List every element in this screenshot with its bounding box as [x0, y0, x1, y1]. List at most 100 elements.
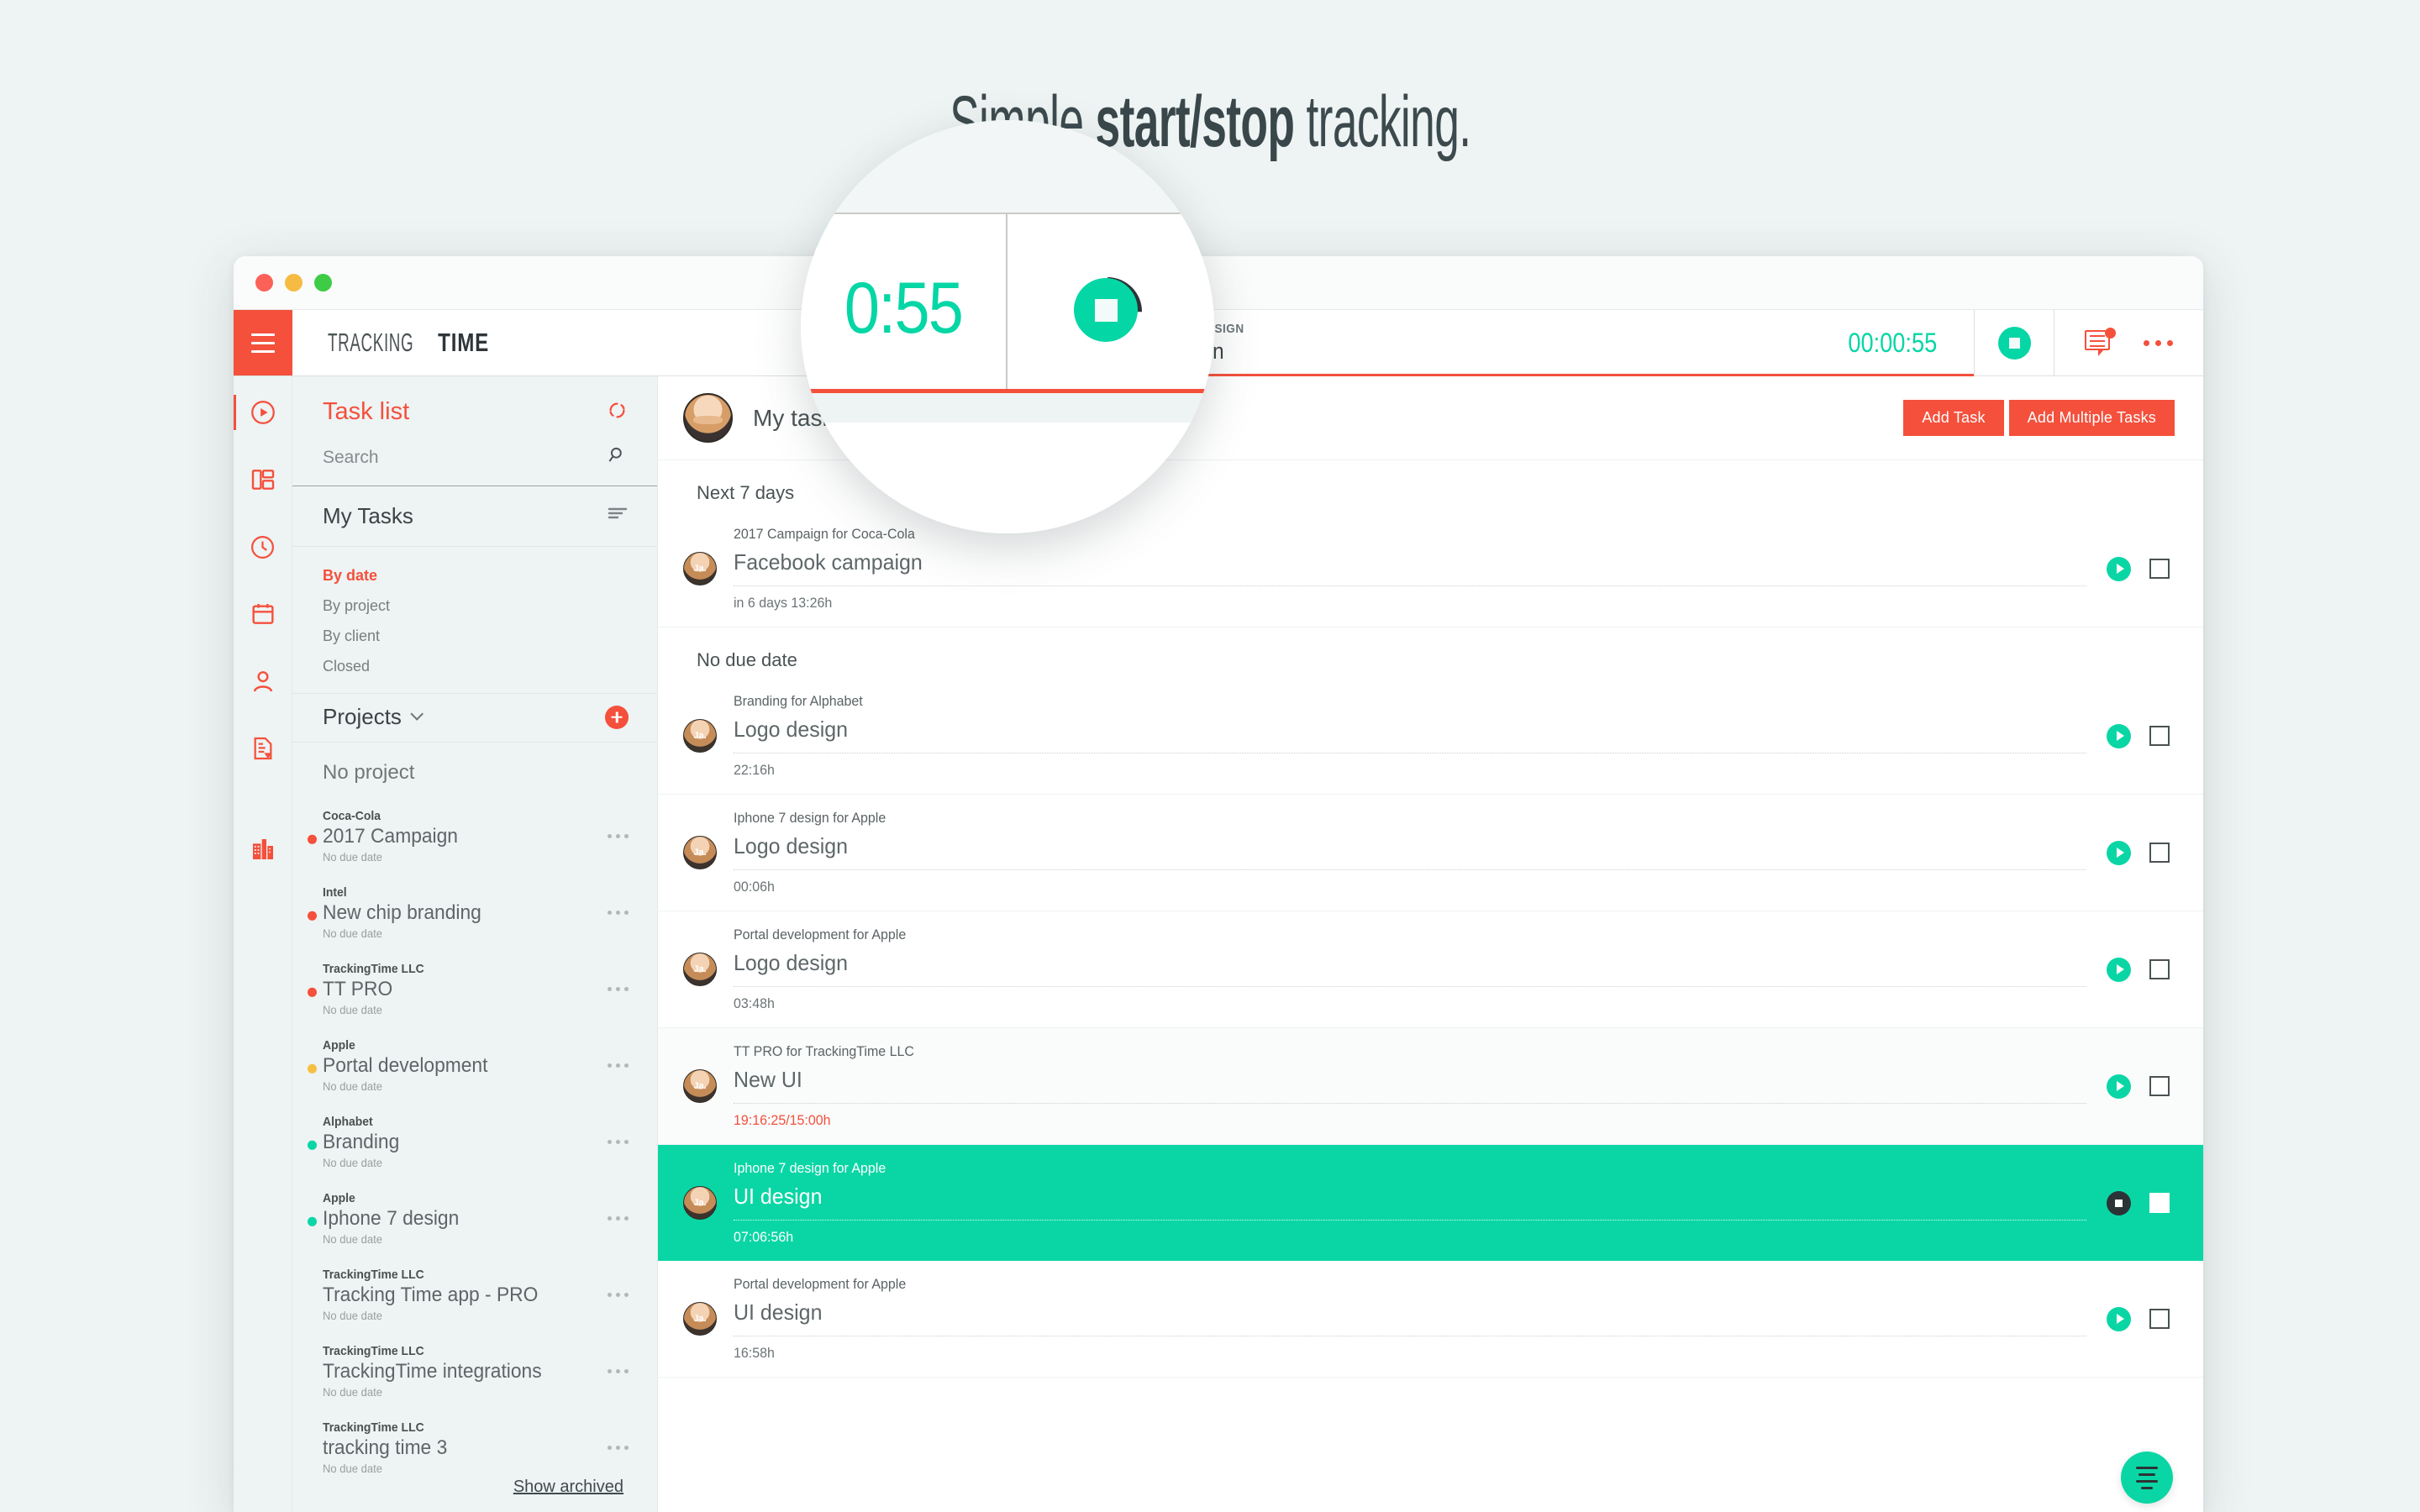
list-item[interactable]: Apple Iphone 7 design No due date	[292, 1180, 657, 1257]
play-icon[interactable]	[2107, 723, 2131, 748]
project-more-icon[interactable]	[608, 1369, 629, 1373]
list-item[interactable]: Apple Portal development No due date	[292, 1027, 657, 1104]
task-title: Facebook campaign	[734, 549, 923, 575]
filter-by-project[interactable]: By project	[323, 591, 627, 621]
stop-icon[interactable]	[1997, 326, 2031, 360]
refresh-icon[interactable]	[606, 399, 629, 426]
avatar	[683, 393, 733, 443]
project-name: tracking time 3	[323, 1436, 448, 1459]
task-checkbox[interactable]	[2149, 1309, 2170, 1329]
avatar: Ja.	[683, 836, 717, 869]
magnifier-lens: 0:55	[801, 120, 1214, 533]
ellipsis-icon[interactable]	[2144, 339, 2173, 346]
play-icon[interactable]	[2107, 1306, 2131, 1331]
list-item[interactable]: Alphabet Branding No due date	[292, 1104, 657, 1180]
filter-closed[interactable]: Closed	[323, 651, 627, 681]
play-icon[interactable]	[2107, 1074, 2131, 1099]
no-project-item[interactable]: No project	[292, 743, 657, 798]
project-client: TrackingTime LLC	[323, 1344, 424, 1358]
project-more-icon[interactable]	[608, 1140, 629, 1144]
project-more-icon[interactable]	[608, 1063, 629, 1068]
project-client: TrackingTime LLC	[323, 962, 424, 976]
sidebar-item-timesheet[interactable]	[234, 524, 292, 570]
project-name: New chip branding	[323, 901, 481, 924]
chat-notification-icon[interactable]	[2085, 327, 2116, 356]
project-color-dot	[308, 1216, 317, 1226]
sidebar-item-reports[interactable]	[234, 726, 292, 771]
project-more-icon[interactable]	[608, 834, 629, 838]
filter-by-date[interactable]: By date	[323, 560, 627, 591]
search-icon[interactable]	[607, 444, 629, 470]
project-due-date: No due date	[323, 927, 382, 940]
list-item[interactable]: TrackingTime LLC Tracking Time app - PRO N…	[292, 1257, 657, 1333]
show-archived-link[interactable]: Show archived	[513, 1478, 623, 1497]
projects-header[interactable]: Projects	[292, 693, 657, 743]
table-row[interactable]: Ja. Branding for Alphabet Logo design 22:16…	[658, 678, 2203, 795]
add-project-button[interactable]	[605, 705, 629, 729]
sidebar-item-dashboard[interactable]	[234, 457, 292, 502]
sidebar-item-people[interactable]	[234, 659, 292, 704]
list-item[interactable]: TrackingTime LLC TrackingTime integration…	[292, 1333, 657, 1410]
project-more-icon[interactable]	[608, 1293, 629, 1297]
maximize-button[interactable]	[314, 274, 332, 291]
active-timer[interactable]: IPHONE 7 DESIGN UI design 00:00:55	[1114, 310, 1974, 376]
project-client: Apple	[323, 1038, 355, 1053]
stop-icon[interactable]	[2107, 1190, 2131, 1215]
task-actions	[2107, 840, 2170, 865]
filter-by-client[interactable]: By client	[323, 621, 627, 651]
list-item[interactable]: Intel New chip branding No due date	[292, 874, 657, 951]
task-checkbox[interactable]	[2149, 1193, 2170, 1213]
task-project: Branding for Alphabet	[734, 693, 863, 709]
project-color-dot	[308, 1063, 317, 1074]
play-icon[interactable]	[2107, 556, 2131, 581]
projects-list: No project Coca-Cola 2017 Campaign No due …	[292, 743, 657, 1512]
task-filters: By date By project By client Closed	[292, 547, 657, 693]
project-more-icon[interactable]	[608, 1216, 629, 1221]
brand-light: TRACKING	[328, 328, 414, 357]
list-item[interactable]: TrackingTime LLC TT PRO No due date	[292, 951, 657, 1027]
sidebar-item-calendar[interactable]	[234, 591, 292, 637]
project-name: TrackingTime integrations	[323, 1360, 542, 1383]
sidebar-item-company[interactable]	[234, 827, 292, 872]
task-checkbox[interactable]	[2149, 843, 2170, 863]
task-checkbox[interactable]	[2149, 726, 2170, 746]
project-due-date: No due date	[323, 1003, 382, 1016]
list-item[interactable]: TrackingTime LLC tracking time 3 No due da…	[292, 1410, 657, 1486]
sidebar-item-tracker[interactable]	[234, 390, 292, 435]
page-title: Task list	[323, 398, 410, 425]
task-checkbox[interactable]	[2149, 959, 2170, 979]
project-more-icon[interactable]	[608, 987, 629, 991]
project-name: Branding	[323, 1131, 400, 1153]
task-checkbox[interactable]	[2149, 1076, 2170, 1096]
add-task-button[interactable]: Add Task	[1903, 400, 2004, 436]
hamburger-icon[interactable]	[234, 310, 292, 375]
play-icon[interactable]	[2107, 957, 2131, 982]
my-tasks-row[interactable]: My Tasks	[292, 486, 657, 547]
list-item[interactable]: Coca-Cola 2017 Campaign No due date	[292, 798, 657, 874]
task-list-header: Task list	[292, 376, 657, 426]
project-client: Coca-Cola	[323, 809, 381, 823]
task-actions	[2107, 723, 2170, 748]
project-more-icon[interactable]	[608, 911, 629, 915]
project-color-dot	[308, 1140, 317, 1150]
project-color-dot	[308, 1369, 317, 1378]
task-title: UI design	[734, 1299, 823, 1325]
sort-icon[interactable]	[607, 505, 629, 528]
project-due-date: No due date	[323, 1079, 382, 1093]
add-multiple-tasks-button[interactable]: Add Multiple Tasks	[2008, 400, 2175, 436]
table-row[interactable]: Ja. Iphone 7 design for Apple UI design 07:…	[658, 1145, 2203, 1261]
close-button[interactable]	[255, 274, 273, 291]
project-more-icon[interactable]	[608, 1446, 629, 1450]
avatar: Ja.	[683, 1186, 717, 1220]
search-input[interactable]	[323, 447, 607, 468]
play-icon[interactable]	[2107, 840, 2131, 865]
table-row[interactable]: Ja. Portal development for Apple Logo desi…	[658, 911, 2203, 1028]
task-checkbox[interactable]	[2149, 559, 2170, 579]
table-row[interactable]: Ja. TT PRO for TrackingTime LLC New UI 19:1…	[658, 1028, 2203, 1145]
task-meta: in 6 days 13:26h	[734, 595, 833, 611]
minimize-button[interactable]	[285, 274, 302, 291]
table-row[interactable]: Ja. Iphone 7 design for Apple Logo design 0…	[658, 795, 2203, 911]
table-row[interactable]: Ja. Portal development for Apple UI design…	[658, 1261, 2203, 1378]
my-tasks-label: My Tasks	[323, 503, 413, 528]
list-add-icon[interactable]	[2121, 1452, 2173, 1504]
